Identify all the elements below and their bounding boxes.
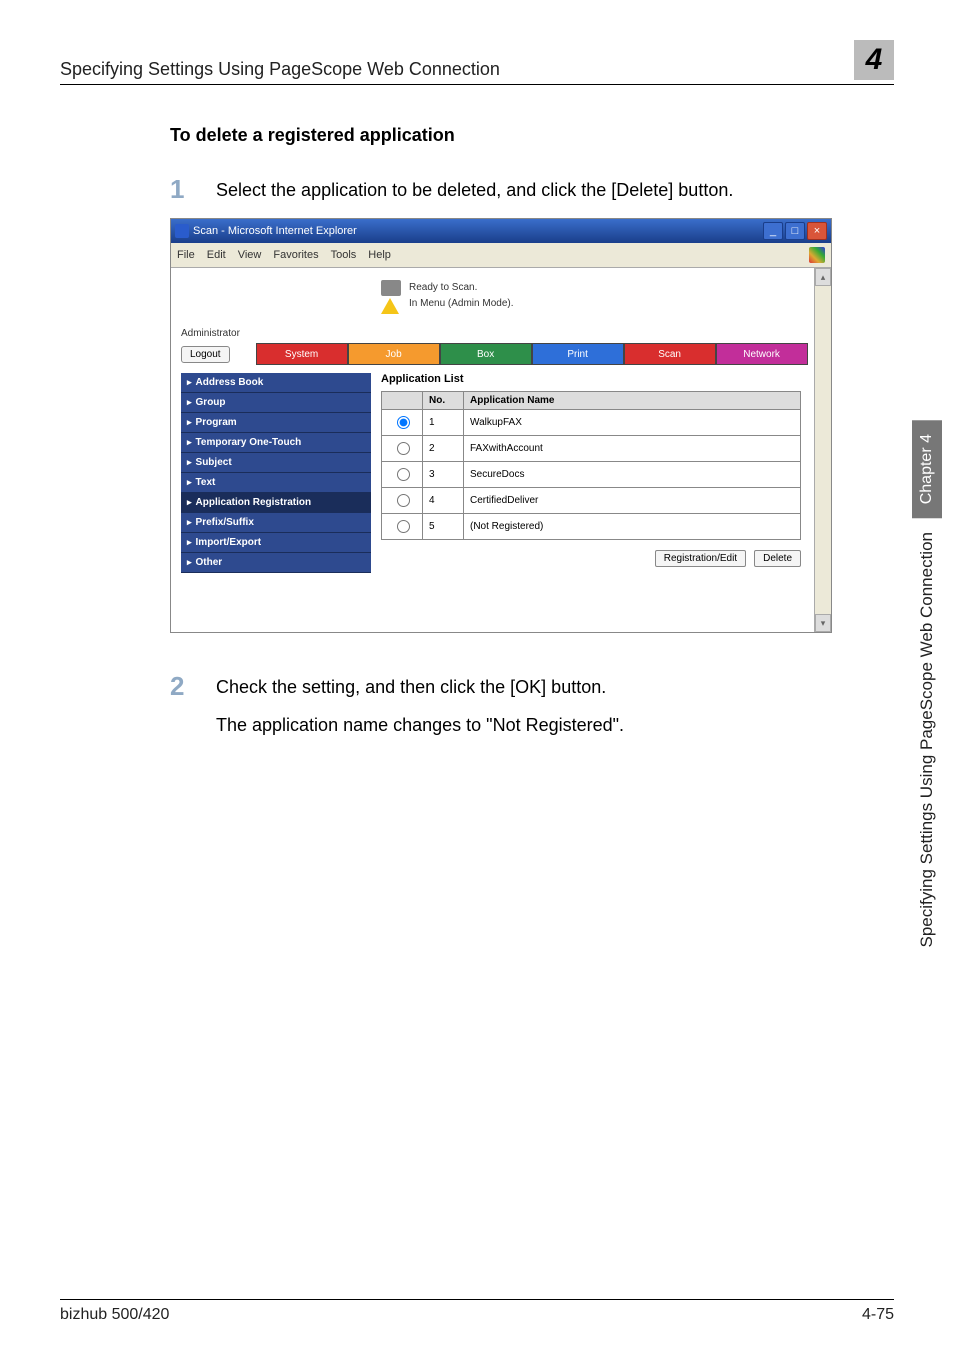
table-header-no: No. (423, 392, 464, 410)
sidebar-item-address-book[interactable]: Address Book (181, 373, 371, 393)
table-header-select (382, 392, 423, 410)
page-header-title: Specifying Settings Using PageScope Web … (60, 59, 500, 80)
minimize-button[interactable]: _ (763, 222, 783, 240)
menu-view[interactable]: View (238, 249, 262, 261)
scrollbar[interactable]: ▴ ▾ (814, 268, 831, 632)
sidebar-item-temporary-one-touch[interactable]: Temporary One-Touch (181, 433, 371, 453)
menu-favorites[interactable]: Favorites (273, 249, 318, 261)
radio-row-4[interactable] (397, 494, 410, 507)
windows-flag-icon (809, 247, 825, 263)
cell-name: SecureDocs (464, 462, 801, 488)
menu-tools[interactable]: Tools (331, 249, 357, 261)
cell-name: (Not Registered) (464, 514, 801, 540)
scroll-up-icon[interactable]: ▴ (815, 268, 831, 286)
ie-icon (175, 224, 189, 238)
step-2-subtext: The application name changes to "Not Reg… (216, 715, 884, 736)
cell-name: CertifiedDeliver (464, 488, 801, 514)
sidebar-item-group[interactable]: Group (181, 393, 371, 413)
radio-row-3[interactable] (397, 468, 410, 481)
menu-file[interactable]: File (177, 249, 195, 261)
tab-box[interactable]: Box (440, 343, 532, 365)
cell-no: 3 (423, 462, 464, 488)
tab-job[interactable]: Job (348, 343, 440, 365)
cell-name: WalkupFAX (464, 410, 801, 436)
cell-name: FAXwithAccount (464, 436, 801, 462)
table-header-application-name: Application Name (464, 392, 801, 410)
maximize-button[interactable]: □ (785, 222, 805, 240)
table-row: 3 SecureDocs (382, 462, 801, 488)
step-number-2: 2 (170, 673, 216, 699)
cell-no: 2 (423, 436, 464, 462)
step-text-2: Check the setting, and then click the [O… (216, 673, 606, 698)
chapter-label: Chapter 4 (912, 420, 942, 518)
table-row: 2 FAXwithAccount (382, 436, 801, 462)
menu-edit[interactable]: Edit (207, 249, 226, 261)
tab-network[interactable]: Network (716, 343, 808, 365)
printer-icon (381, 280, 401, 296)
table-row: 4 CertifiedDeliver (382, 488, 801, 514)
section-number: 4 (866, 43, 883, 77)
logout-button[interactable]: Logout (181, 346, 230, 363)
application-list-title: Application List (381, 373, 801, 385)
footer-right: 4-75 (862, 1306, 894, 1324)
sidebar-item-import-export[interactable]: Import/Export (181, 533, 371, 553)
footer-left: bizhub 500/420 (60, 1306, 169, 1324)
sidebar-item-prefix-suffix[interactable]: Prefix/Suffix (181, 513, 371, 533)
window-title: Scan - Microsoft Internet Explorer (193, 225, 357, 237)
sidebar: Address Book Group Program Temporary One… (181, 373, 371, 573)
tab-system[interactable]: System (256, 343, 348, 365)
table-row: 5 (Not Registered) (382, 514, 801, 540)
close-button[interactable]: × (807, 222, 827, 240)
status-line-1: Ready to Scan. (409, 280, 514, 296)
menu-bar: File Edit View Favorites Tools Help (171, 243, 831, 268)
application-list-table: No. Application Name 1 WalkupFAX 2 (381, 391, 801, 540)
side-vertical-text: Specifying Settings Using PageScope Web … (913, 522, 941, 958)
sidebar-item-text[interactable]: Text (181, 473, 371, 493)
registration-edit-button[interactable]: Registration/Edit (655, 550, 746, 567)
sidebar-item-application-registration[interactable]: Application Registration (181, 493, 371, 513)
radio-row-5[interactable] (397, 520, 410, 533)
section-number-box: 4 (854, 40, 894, 80)
sidebar-item-program[interactable]: Program (181, 413, 371, 433)
sidebar-item-other[interactable]: Other (181, 553, 371, 573)
warning-icon (381, 298, 399, 314)
menu-help[interactable]: Help (368, 249, 391, 261)
tab-scan[interactable]: Scan (624, 343, 716, 365)
administrator-label: Administrator (181, 328, 821, 339)
scroll-down-icon[interactable]: ▾ (815, 614, 831, 632)
status-line-2: In Menu (Admin Mode). (409, 296, 514, 312)
radio-row-1[interactable] (397, 416, 410, 429)
cell-no: 4 (423, 488, 464, 514)
step-number-1: 1 (170, 176, 216, 202)
window-titlebar: Scan - Microsoft Internet Explorer _ □ × (171, 219, 831, 243)
tab-print[interactable]: Print (532, 343, 624, 365)
browser-window: Scan - Microsoft Internet Explorer _ □ ×… (170, 218, 832, 633)
radio-row-2[interactable] (397, 442, 410, 455)
delete-button[interactable]: Delete (754, 550, 801, 567)
step-text-1: Select the application to be deleted, an… (216, 176, 733, 201)
sub-heading: To delete a registered application (170, 125, 884, 146)
table-row: 1 WalkupFAX (382, 410, 801, 436)
cell-no: 5 (423, 514, 464, 540)
cell-no: 1 (423, 410, 464, 436)
sidebar-item-subject[interactable]: Subject (181, 453, 371, 473)
